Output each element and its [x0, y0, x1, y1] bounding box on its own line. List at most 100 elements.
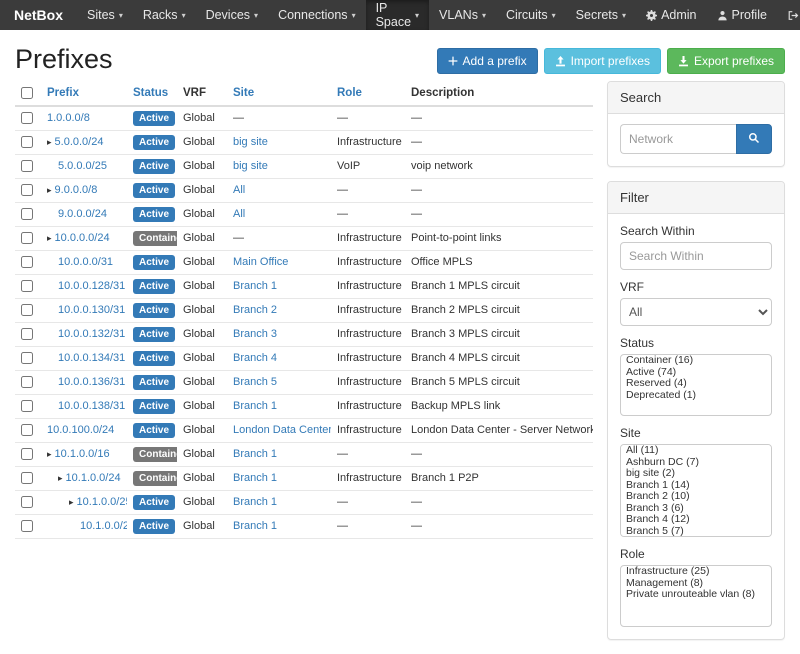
site-link[interactable]: Branch 3: [233, 328, 277, 340]
prefix-link[interactable]: 5.0.0.0/24: [55, 136, 104, 148]
prefix-link[interactable]: 10.0.0.134/31: [58, 352, 125, 364]
listbox-option[interactable]: Deprecated (1): [621, 390, 771, 402]
prefix-link[interactable]: 5.0.0.0/25: [58, 160, 107, 172]
listbox-option[interactable]: Branch 5 (7): [621, 526, 771, 538]
row-checkbox[interactable]: [21, 376, 33, 388]
prefix-link[interactable]: 9.0.0.0/8: [55, 184, 98, 196]
listbox-option[interactable]: Branch 4 (12): [621, 514, 771, 526]
export-prefixes-button[interactable]: Export prefixes: [667, 48, 785, 74]
prefix-link[interactable]: 10.0.100.0/24: [47, 424, 114, 436]
site-link[interactable]: Branch 1: [233, 400, 277, 412]
row-checkbox[interactable]: [21, 424, 33, 436]
search-button[interactable]: [736, 124, 772, 154]
row-checkbox[interactable]: [21, 112, 33, 124]
prefix-cell: 10.0.0.138/31: [41, 395, 127, 419]
prefix-link[interactable]: 1.0.0.0/8: [47, 112, 90, 124]
site-link[interactable]: All: [233, 208, 245, 220]
prefix-link[interactable]: 10.0.0.132/31: [58, 328, 125, 340]
status-badge: Active: [133, 495, 175, 510]
site-link[interactable]: All: [233, 184, 245, 196]
prefix-link[interactable]: 10.1.0.0/26: [80, 520, 127, 532]
site-link[interactable]: Branch 2: [233, 304, 277, 316]
site-link[interactable]: Branch 1: [233, 448, 277, 460]
vrf-select[interactable]: All: [620, 298, 772, 326]
listbox-option[interactable]: All (11): [621, 445, 771, 457]
row-checkbox[interactable]: [21, 400, 33, 412]
prefix-link[interactable]: 10.0.0.136/31: [58, 376, 125, 388]
nav-item-devices[interactable]: Devices▾: [196, 0, 268, 30]
nav-item-sites[interactable]: Sites▾: [77, 0, 133, 30]
row-checkbox[interactable]: [21, 184, 33, 196]
column-header-description: Description: [405, 81, 593, 106]
status-badge: Active: [133, 423, 175, 438]
search-within-input[interactable]: [620, 242, 772, 270]
search-input[interactable]: [620, 124, 736, 154]
row-checkbox[interactable]: [21, 520, 33, 532]
site-link[interactable]: Branch 1: [233, 280, 277, 292]
site-link[interactable]: London Data Center: [233, 424, 331, 436]
row-checkbox[interactable]: [21, 472, 33, 484]
page-actions: Add a prefixImport prefixesExport prefix…: [437, 48, 785, 74]
table-row: ▸10.1.0.0/16ContainerGlobalBranch 1——: [15, 443, 593, 467]
sort-link-role[interactable]: Role: [337, 87, 362, 99]
listbox-option[interactable]: Branch 3 (6): [621, 503, 771, 515]
sort-link-prefix[interactable]: Prefix: [47, 87, 79, 99]
nav-item-vlans[interactable]: VLANs▾: [429, 0, 496, 30]
role-listbox[interactable]: Infrastructure (25)Management (8)Private…: [620, 565, 772, 627]
prefix-link[interactable]: 10.1.0.0/25: [77, 496, 127, 508]
row-checkbox[interactable]: [21, 208, 33, 220]
prefix-link[interactable]: 10.0.0.0/24: [55, 232, 110, 244]
row-checkbox[interactable]: [21, 232, 33, 244]
row-checkbox[interactable]: [21, 256, 33, 268]
nav-item-connections[interactable]: Connections▾: [268, 0, 366, 30]
site-link[interactable]: Branch 1: [233, 472, 277, 484]
site-link[interactable]: big site: [233, 136, 268, 148]
nav-item-circuits[interactable]: Circuits▾: [496, 0, 566, 30]
site-link[interactable]: Branch 1: [233, 496, 277, 508]
site-link[interactable]: Branch 5: [233, 376, 277, 388]
row-checkbox[interactable]: [21, 280, 33, 292]
listbox-option[interactable]: big site (2): [621, 468, 771, 480]
nav-admin[interactable]: Admin: [636, 0, 706, 30]
prefix-link[interactable]: 10.1.0.0/24: [66, 472, 121, 484]
add-a-prefix-button[interactable]: Add a prefix: [437, 48, 538, 74]
prefix-link[interactable]: 10.0.0.138/31: [58, 400, 125, 412]
site-link[interactable]: big site: [233, 160, 268, 172]
status-listbox[interactable]: Container (16)Active (74)Reserved (4)Dep…: [620, 354, 772, 416]
sort-link-site[interactable]: Site: [233, 87, 254, 99]
prefix-link[interactable]: 10.0.0.128/31: [58, 280, 125, 292]
listbox-option[interactable]: Private unrouteable vlan (8): [621, 589, 771, 601]
row-checkbox[interactable]: [21, 496, 33, 508]
site-listbox[interactable]: All (11)Ashburn DC (7)big site (2)Branch…: [620, 444, 772, 537]
listbox-option[interactable]: Container (16): [621, 355, 771, 367]
listbox-option[interactable]: Infrastructure (25): [621, 566, 771, 578]
prefix-link[interactable]: 9.0.0.0/24: [58, 208, 107, 220]
nav-item-racks[interactable]: Racks▾: [133, 0, 196, 30]
import-prefixes-button[interactable]: Import prefixes: [544, 48, 661, 74]
nav-log-out[interactable]: Log out: [777, 0, 800, 30]
row-checkbox[interactable]: [21, 160, 33, 172]
listbox-option[interactable]: Branch 2 (10): [621, 491, 771, 503]
nav-item-ip-space[interactable]: IP Space▾: [366, 0, 429, 30]
row-checkbox[interactable]: [21, 448, 33, 460]
site-link[interactable]: Main Office: [233, 256, 288, 268]
prefix-link[interactable]: 10.0.0.130/31: [58, 304, 125, 316]
site-link[interactable]: Branch 1: [233, 520, 277, 532]
listbox-option[interactable]: Management (8): [621, 578, 771, 590]
select-all-checkbox[interactable]: [21, 87, 33, 99]
brand-logo[interactable]: NetBox: [0, 0, 77, 30]
row-checkbox[interactable]: [21, 136, 33, 148]
prefix-link[interactable]: 10.1.0.0/16: [55, 448, 110, 460]
sort-link-status[interactable]: Status: [133, 87, 168, 99]
nav-profile[interactable]: Profile: [707, 0, 777, 30]
listbox-option[interactable]: Reserved (4): [621, 378, 771, 390]
row-checkbox[interactable]: [21, 352, 33, 364]
table-row: 9.0.0.0/24ActiveGlobalAll——: [15, 203, 593, 227]
description-cell: Branch 1 P2P: [405, 467, 593, 491]
prefix-link[interactable]: 10.0.0.0/31: [58, 256, 113, 268]
nav-item-secrets[interactable]: Secrets▾: [566, 0, 636, 30]
row-checkbox[interactable]: [21, 328, 33, 340]
site-link[interactable]: Branch 4: [233, 352, 277, 364]
row-checkbox[interactable]: [21, 304, 33, 316]
role-cell: Infrastructure: [331, 275, 405, 299]
